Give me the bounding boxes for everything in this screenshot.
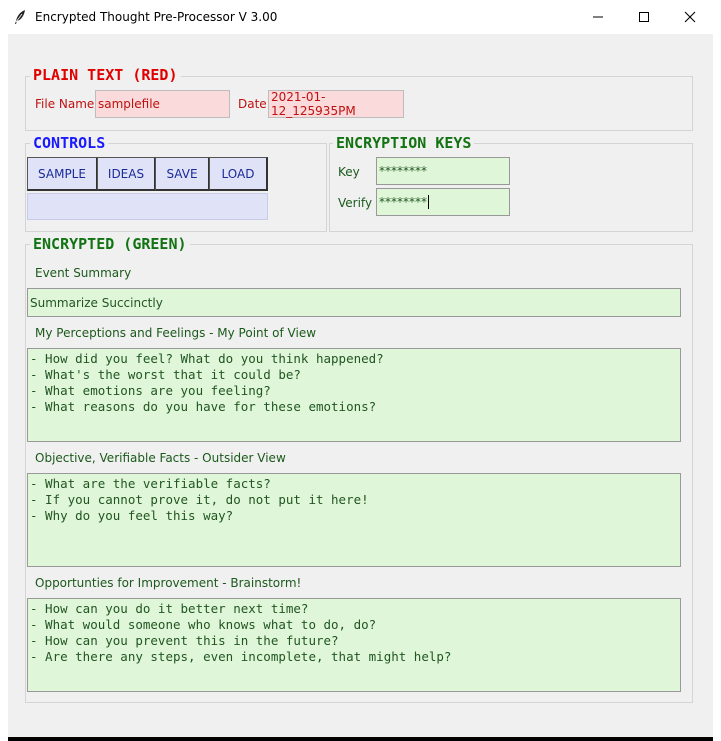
date-field[interactable]: 2021-01-12_125935PM xyxy=(268,90,404,118)
facts-label: Objective, Verifiable Facts - Outsider V… xyxy=(35,451,286,465)
sample-button[interactable]: SAMPLE xyxy=(27,157,98,191)
text-line: - How did you feel? What do you think ha… xyxy=(30,351,384,366)
text-line: - Are there any steps, even incomplete, … xyxy=(30,649,452,664)
plain-text-heading: PLAIN TEXT (RED) xyxy=(30,66,181,84)
text-line: - What emotions are you feeling? xyxy=(30,383,271,398)
load-button[interactable]: LOAD xyxy=(209,157,268,191)
feather-icon xyxy=(15,10,25,24)
title-bar[interactable]: Encrypted Thought Pre-Processor V 3.00 xyxy=(0,0,721,34)
minimize-button[interactable] xyxy=(575,0,621,34)
text-line: - Why do you feel this way? xyxy=(30,508,234,523)
close-button[interactable] xyxy=(667,0,713,34)
text-line: - If you cannot prove it, do not put it … xyxy=(30,492,369,507)
perceptions-label: My Perceptions and Feelings - My Point o… xyxy=(35,326,317,340)
bottom-border xyxy=(8,737,713,741)
encrypted-heading: ENCRYPTED (GREEN) xyxy=(30,235,190,253)
file-name-field[interactable]: samplefile xyxy=(95,90,230,118)
event-summary-label: Event Summary xyxy=(35,266,132,280)
key-label: Key xyxy=(338,165,360,179)
text-line: - What reasons do you have for these emo… xyxy=(30,399,377,414)
ideas-button[interactable]: IDEAS xyxy=(97,157,156,191)
event-summary-field[interactable]: Summarize Succinctly xyxy=(27,288,681,317)
improvement-textbox[interactable]: - How can you do it better next time? - … xyxy=(27,598,681,692)
maximize-button[interactable] xyxy=(621,0,667,34)
key-field[interactable]: ******** xyxy=(376,157,510,185)
minimize-icon xyxy=(593,16,603,18)
text-line: - What are the verifiable facts? xyxy=(30,476,271,491)
encryption-keys-heading: ENCRYPTION KEYS xyxy=(333,134,475,152)
verify-field[interactable]: ******** xyxy=(376,188,510,216)
perceptions-textbox[interactable]: - How did you feel? What do you think ha… xyxy=(27,348,681,442)
file-name-label: File Name xyxy=(35,97,95,111)
text-caret xyxy=(428,195,429,209)
window-title: Encrypted Thought Pre-Processor V 3.00 xyxy=(35,10,278,24)
text-line: - What's the worst that it could be? xyxy=(30,367,301,382)
facts-textbox[interactable]: - What are the verifiable facts? - If yo… xyxy=(27,473,681,567)
verify-field-text: ******** xyxy=(379,195,427,209)
text-line: - How can you do it better next time? xyxy=(30,601,309,616)
controls-heading: CONTROLS xyxy=(30,134,109,152)
save-button[interactable]: SAVE xyxy=(155,157,210,191)
date-label: Date xyxy=(238,97,267,111)
text-line: - How can you prevent this in the future… xyxy=(30,633,339,648)
app-window: Encrypted Thought Pre-Processor V 3.00 P… xyxy=(0,0,721,741)
status-field[interactable] xyxy=(27,193,268,220)
close-icon xyxy=(684,11,696,23)
improvement-label: Opportunties for Improvement - Brainstor… xyxy=(35,576,302,590)
text-line: - What would someone who knows what to d… xyxy=(30,617,377,632)
maximize-icon xyxy=(639,12,649,22)
verify-label: Verify xyxy=(338,196,373,210)
